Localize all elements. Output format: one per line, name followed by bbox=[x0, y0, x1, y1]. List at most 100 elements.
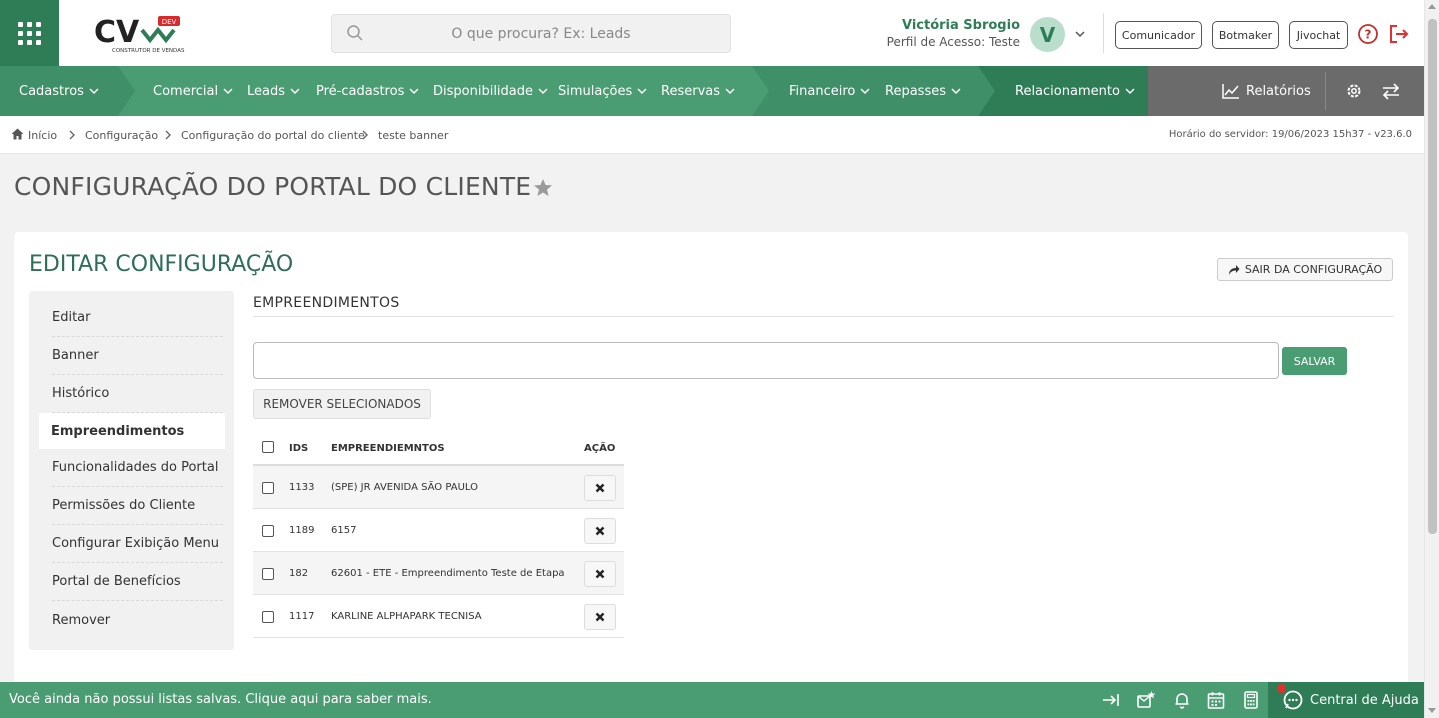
logout-icon[interactable] bbox=[1388, 23, 1410, 45]
side-menu: Editar Banner Histórico Empreendimentos … bbox=[29, 291, 234, 650]
calendar-icon[interactable] bbox=[1206, 690, 1226, 710]
bell-icon[interactable] bbox=[1172, 690, 1192, 710]
side-item-empreendimentos[interactable]: Empreendimentos bbox=[39, 413, 225, 449]
nav-leads[interactable]: Leads bbox=[247, 66, 300, 116]
cv-logo[interactable]: CV DEV CONSTRUTOR DE VENDAS bbox=[94, 14, 186, 54]
nav-simulacoes[interactable]: Simulações bbox=[558, 66, 647, 116]
side-item-beneficios[interactable]: Portal de Benefícios bbox=[52, 563, 223, 601]
table-row: 1189 6157 bbox=[253, 509, 624, 552]
row-id: 1189 bbox=[289, 525, 315, 536]
line-chart-icon bbox=[1222, 84, 1239, 99]
row-name: 6157 bbox=[331, 525, 357, 536]
row-checkbox[interactable] bbox=[262, 611, 274, 623]
apps-grid-button[interactable] bbox=[0, 0, 59, 66]
star-icon[interactable] bbox=[533, 178, 553, 198]
breadcrumb-current: teste banner bbox=[378, 129, 449, 142]
col-ids: IDS bbox=[289, 443, 309, 454]
side-item-permissoes[interactable]: Permissões do Cliente bbox=[52, 487, 223, 525]
side-item-configurar-menu[interactable]: Configurar Exibição Menu bbox=[52, 525, 223, 563]
footer-bar: Você ainda não possui listas salvas. Cli… bbox=[0, 682, 1424, 718]
table-row: 1133 (SPE) JR AVENIDA SÃO PAULO bbox=[253, 466, 624, 509]
side-item-banner[interactable]: Banner bbox=[52, 337, 223, 375]
breadcrumb-portal[interactable]: Configuração do portal do cliente bbox=[181, 129, 365, 142]
chevron-down-icon bbox=[290, 88, 300, 95]
section-title: EMPREENDIMENTOS bbox=[253, 295, 400, 311]
side-item-funcionalidades[interactable]: Funcionalidades do Portal bbox=[52, 449, 223, 487]
chevron-down-icon bbox=[409, 88, 419, 95]
nav-tools: Relatórios bbox=[1148, 66, 1424, 116]
chevron-down-icon bbox=[1125, 88, 1135, 95]
gear-icon[interactable] bbox=[1345, 82, 1363, 100]
search-input[interactable] bbox=[332, 15, 730, 52]
delete-row-button[interactable] bbox=[584, 475, 616, 501]
saved-lists-message[interactable]: Você ainda não possui listas salvas. Cli… bbox=[9, 692, 432, 707]
chevron-right-icon bbox=[362, 130, 368, 140]
card-title: EDITAR CONFIGURAÇÃO bbox=[29, 252, 294, 277]
logo-tagline: CONSTRUTOR DE VENDAS bbox=[112, 48, 185, 54]
side-item-remover[interactable]: Remover bbox=[52, 601, 223, 639]
select-all-checkbox[interactable] bbox=[262, 441, 274, 453]
row-checkbox[interactable] bbox=[262, 525, 274, 537]
nav-disponibilidade[interactable]: Disponibilidade bbox=[433, 66, 548, 116]
side-item-editar[interactable]: Editar bbox=[52, 299, 223, 337]
nav-reservas[interactable]: Reservas bbox=[661, 66, 735, 116]
row-name: (SPE) JR AVENIDA SÃO PAULO bbox=[331, 482, 478, 493]
scroll-up-arrow[interactable] bbox=[1428, 4, 1436, 9]
delete-row-button[interactable] bbox=[584, 561, 616, 587]
breadcrumb-inicio[interactable]: Início bbox=[28, 129, 57, 142]
nav-repasses[interactable]: Repasses bbox=[885, 66, 961, 116]
col-empreendimentos: EMPREENDIEMNTOS bbox=[331, 443, 445, 454]
close-icon bbox=[595, 526, 605, 536]
nav-relacionamento[interactable]: Relacionamento bbox=[1015, 66, 1135, 116]
chevron-down-icon bbox=[89, 88, 99, 95]
row-checkbox[interactable] bbox=[262, 482, 274, 494]
list-star-icon[interactable] bbox=[1136, 690, 1156, 710]
col-acao: AÇÃO bbox=[584, 443, 616, 454]
help-icon[interactable]: ? bbox=[1357, 23, 1379, 45]
arrow-to-right-icon[interactable] bbox=[1101, 690, 1121, 710]
close-icon bbox=[595, 483, 605, 493]
exit-config-button[interactable]: SAIR DA CONFIGURAÇÃO bbox=[1217, 258, 1393, 281]
calculator-icon[interactable] bbox=[1241, 690, 1261, 710]
chat-bubble-icon bbox=[1283, 690, 1303, 710]
breadcrumb: Início Configuração Configuração do port… bbox=[0, 116, 1424, 154]
page-scrollbar[interactable] bbox=[1424, 0, 1439, 718]
user-profile: Perfil de Acesso: Teste bbox=[886, 35, 1020, 49]
nav-relatorios[interactable]: Relatórios bbox=[1222, 66, 1311, 116]
top-header: CV DEV CONSTRUTOR DE VENDAS Victória Sbr… bbox=[0, 0, 1424, 66]
avatar[interactable]: V bbox=[1030, 17, 1065, 52]
close-icon bbox=[595, 569, 605, 579]
server-time: Horário do servidor: 19/06/2023 15h37 - … bbox=[1168, 129, 1412, 140]
nav-pre-cadastros[interactable]: Pré-cadastros bbox=[316, 66, 419, 116]
user-info[interactable]: Victória Sbrogio Perfil de Acesso: Teste bbox=[887, 18, 1020, 49]
delete-row-button[interactable] bbox=[584, 518, 616, 544]
chevron-down-icon[interactable] bbox=[1074, 28, 1086, 40]
row-checkbox[interactable] bbox=[262, 568, 274, 580]
side-item-historico[interactable]: Histórico bbox=[52, 375, 223, 413]
close-icon bbox=[595, 612, 605, 622]
empreendimento-input[interactable] bbox=[253, 342, 1279, 379]
save-button[interactable]: SALVAR bbox=[1282, 347, 1347, 375]
global-search[interactable] bbox=[331, 14, 731, 53]
remove-selected-button[interactable]: REMOVER SELECIONADOS bbox=[253, 389, 431, 419]
breadcrumb-configuracao[interactable]: Configuração bbox=[85, 129, 158, 142]
swap-icon[interactable] bbox=[1381, 82, 1401, 100]
chevron-down-icon bbox=[951, 88, 961, 95]
row-id: 1133 bbox=[289, 482, 315, 493]
row-id: 182 bbox=[289, 568, 309, 579]
notification-dot bbox=[1277, 684, 1286, 693]
row-name: 62601 - ETE - Empreendimento Teste de Et… bbox=[331, 568, 565, 579]
header-divider bbox=[1103, 13, 1104, 53]
delete-row-button[interactable] bbox=[584, 604, 616, 630]
scroll-thumb[interactable] bbox=[1428, 19, 1437, 534]
help-center-button[interactable]: Central de Ajuda bbox=[1268, 682, 1424, 718]
nav-divider bbox=[1325, 72, 1326, 110]
nav-comercial[interactable]: Comercial bbox=[153, 66, 233, 116]
nav-cadastros[interactable]: Cadastros bbox=[19, 66, 99, 116]
scroll-down-arrow[interactable] bbox=[1428, 708, 1436, 713]
search-icon bbox=[347, 25, 363, 41]
nav-financeiro[interactable]: Financeiro bbox=[789, 66, 870, 116]
botmaker-button[interactable]: Botmaker bbox=[1212, 21, 1279, 49]
jivochat-button[interactable]: Jivochat bbox=[1289, 21, 1348, 49]
comunicador-button[interactable]: Comunicador bbox=[1115, 21, 1202, 49]
